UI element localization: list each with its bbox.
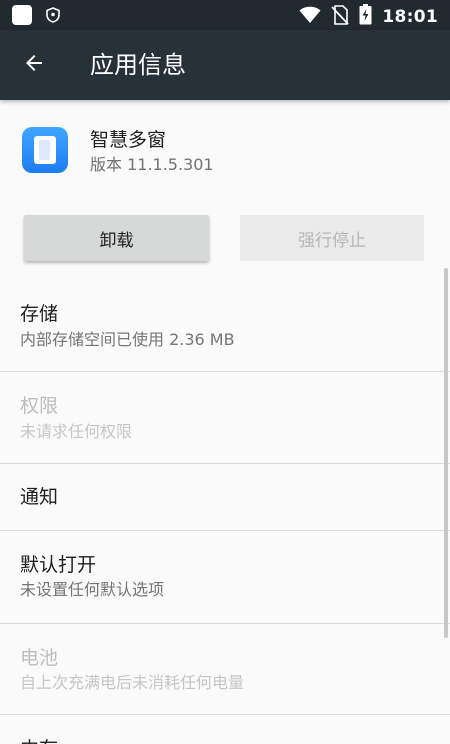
app-header: 智慧多窗 版本 11.1.5.301 xyxy=(0,100,450,200)
item-title: 电池 xyxy=(20,647,59,669)
app-info-screen: 18:01 应用信息 智慧多窗 版本 11.1.5.301 卸载 强行停止 存储… xyxy=(0,0,450,744)
item-title: 权限 xyxy=(20,395,59,417)
app-icon xyxy=(22,127,68,173)
status-bar: 18:01 xyxy=(0,0,450,30)
wifi-icon xyxy=(299,6,321,28)
item-title: 内存 xyxy=(20,737,58,744)
item-subtitle: 内部存储空间已使用 2.36 MB xyxy=(20,330,235,349)
back-arrow-icon xyxy=(22,51,46,79)
app-version: 版本 11.1.5.301 xyxy=(90,155,214,174)
no-sim-icon xyxy=(331,4,350,29)
item-subtitle: 自上次充满电后未消耗任何电量 xyxy=(20,673,245,692)
battery-charging-icon xyxy=(359,4,372,29)
memory-item[interactable]: 内存 xyxy=(0,715,450,744)
toolbar: 应用信息 xyxy=(0,30,450,100)
battery-item: 电池 自上次充满电后未消耗任何电量 xyxy=(0,624,450,714)
scrollbar[interactable] xyxy=(444,268,448,638)
shield-icon xyxy=(46,7,60,23)
back-button[interactable] xyxy=(14,45,54,85)
uninstall-button[interactable]: 卸载 xyxy=(24,215,209,261)
item-title: 存储 xyxy=(20,303,59,325)
status-time: 18:01 xyxy=(382,6,438,27)
app-notification-icon xyxy=(12,5,32,25)
notifications-item[interactable]: 通知 xyxy=(0,464,450,530)
page-title: 应用信息 xyxy=(90,51,186,79)
item-title: 通知 xyxy=(20,486,59,508)
item-subtitle: 未请求任何权限 xyxy=(20,422,133,441)
force-stop-button: 强行停止 xyxy=(240,215,424,261)
permissions-item: 权限 未请求任何权限 xyxy=(0,372,450,463)
storage-item[interactable]: 存储 内部存储空间已使用 2.36 MB xyxy=(0,283,450,371)
app-name: 智慧多窗 xyxy=(90,129,167,151)
item-subtitle: 未设置任何默认选项 xyxy=(20,580,165,599)
open-by-default-item[interactable]: 默认打开 未设置任何默认选项 xyxy=(0,531,450,623)
item-title: 默认打开 xyxy=(20,554,97,576)
